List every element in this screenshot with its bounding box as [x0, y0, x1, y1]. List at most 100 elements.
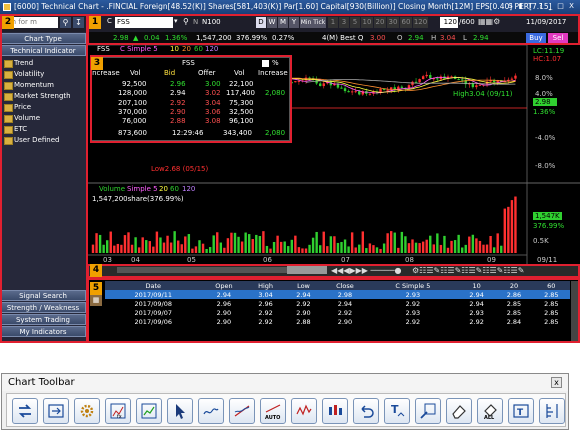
grid-export-icon[interactable]: ▦	[90, 294, 102, 306]
interval-30-button[interactable]: 30	[387, 17, 399, 28]
date-display[interactable]: 11/09/2017	[526, 18, 566, 26]
line-button[interactable]	[229, 398, 255, 424]
search-icon[interactable]: ⚲	[60, 17, 71, 28]
playback-controls[interactable]: ◀◀◀▶▶▶ ─────●	[331, 265, 402, 276]
col-ma60[interactable]: 60	[532, 281, 570, 290]
table-row[interactable]: 2017/09/11 2.94 3.04 2.94 2.98 2.93 2.94…	[105, 290, 570, 299]
indicator-fx-button[interactable]: fx	[105, 398, 131, 424]
x-tick-05: 05	[187, 256, 196, 264]
system-trading-button[interactable]: System Trading	[0, 314, 86, 325]
close-button[interactable]: X	[567, 2, 576, 11]
count-input[interactable]: 120	[440, 17, 458, 28]
period-day-button[interactable]: D	[256, 17, 266, 28]
interval-10-button[interactable]: 10	[361, 17, 373, 28]
header-vol-left: Vol	[130, 69, 141, 77]
help-button[interactable]: ?	[536, 2, 545, 11]
col-low[interactable]: Low	[284, 281, 323, 290]
undo-button[interactable]	[353, 398, 379, 424]
sell-button[interactable]: Sel	[548, 33, 568, 44]
cell-open: 2.94	[201, 290, 247, 299]
technical-indicator-button[interactable]: Technical Indicator	[0, 45, 86, 56]
interval-5-button[interactable]: 5	[350, 17, 360, 28]
axis-lc: LC:11.19	[533, 47, 565, 55]
col-ma20[interactable]: 20	[495, 281, 533, 290]
quote-row-2-bid: 2.94	[170, 89, 186, 97]
buy-button[interactable]: Buy	[526, 33, 546, 44]
legend-ma-60: 60	[194, 45, 203, 53]
interval-120-button[interactable]: 120	[413, 17, 428, 28]
interval-3-button[interactable]: 3	[339, 17, 349, 28]
eraser-button[interactable]	[446, 398, 472, 424]
axis-8pct: 8.0%	[535, 74, 553, 82]
grid-scrollbar[interactable]	[571, 281, 579, 341]
interval-60-button[interactable]: 60	[400, 17, 412, 28]
period-week-button[interactable]: W	[267, 17, 277, 28]
trend-line-button[interactable]	[198, 398, 224, 424]
cursor-button[interactable]	[167, 398, 193, 424]
col-date[interactable]: Date	[105, 281, 202, 290]
col-ma10[interactable]: 10	[457, 281, 496, 290]
interval-1-button[interactable]: 1	[328, 17, 338, 28]
download-icon[interactable]: ↧	[73, 17, 84, 28]
chart-type-button[interactable]: Chart Type	[0, 33, 86, 44]
table-row[interactable]: 2017/09/07 2.90 2.92 2.90 2.92 2.93 2.93…	[105, 308, 570, 317]
c-label: C	[107, 17, 112, 25]
chart-add-button[interactable]	[136, 398, 162, 424]
sidebar-item-volatility[interactable]: Volatility	[4, 69, 44, 79]
sidebar-item-user-defined[interactable]: User Defined	[4, 135, 59, 145]
ruler-button[interactable]	[539, 398, 565, 424]
percent-checkbox[interactable]	[262, 60, 269, 67]
text-box-button[interactable]: T	[508, 398, 534, 424]
period-year-button[interactable]: Y	[289, 17, 299, 28]
compare-button[interactable]	[43, 398, 69, 424]
sidebar-item-price[interactable]: Price	[4, 102, 31, 112]
col-high[interactable]: High	[246, 281, 285, 290]
min-tick-button[interactable]: Min Tick	[300, 17, 326, 28]
erase-all-button[interactable]: ALL	[477, 398, 503, 424]
sidebar-item-momentum[interactable]: Momentum	[4, 80, 54, 90]
scroll-thumb[interactable]	[287, 266, 327, 274]
table-row[interactable]: 2017/09/06 2.90 2.92 2.88 2.90 2.92 2.92…	[105, 317, 570, 326]
text-tool-button[interactable]: T	[384, 398, 410, 424]
chart-tool-icons[interactable]: ⚙☷☰✎☷☰✎☷☰✎☷☰✎☷☰✎	[412, 265, 524, 276]
col-close[interactable]: Close	[322, 281, 368, 290]
quote-row-5-bid: 2.88	[170, 117, 186, 125]
symbol-dropdown-icon[interactable]: ▾	[174, 17, 178, 25]
s-button[interactable]: S	[506, 2, 515, 11]
symbol-input[interactable]: FSS	[115, 17, 173, 28]
settings-button[interactable]	[74, 398, 100, 424]
period-month-button[interactable]: M	[278, 17, 288, 28]
table-row[interactable]: 2017/09/08 2.96 2.96 2.92 2.94 2.92 2.94…	[105, 299, 570, 308]
sidebar-item-trend[interactable]: Trend	[4, 58, 33, 68]
swap-button[interactable]	[12, 398, 38, 424]
cell-high: 2.96	[258, 299, 273, 308]
candle-button[interactable]	[322, 398, 348, 424]
search-symbol-icon[interactable]: ⚲	[183, 17, 189, 26]
low-label: L	[463, 34, 467, 42]
volume-pct: 376.99%	[236, 34, 268, 42]
interval-20-button[interactable]: 20	[374, 17, 386, 28]
panel-close-button[interactable]: x	[551, 377, 562, 388]
sidebar-item-etc[interactable]: ETC	[4, 124, 27, 134]
col-ma5[interactable]: C Simple 5	[367, 281, 458, 290]
chart-navigation-bar[interactable]: ◀◀◀▶▶▶ ─────● ⚙☷☰✎☷☰✎☷☰✎☷☰✎☷☰✎	[87, 265, 580, 276]
zoom-button[interactable]	[415, 398, 441, 424]
topmost-button[interactable]: T	[526, 2, 535, 11]
wave-button[interactable]	[291, 398, 317, 424]
auto-trend-button[interactable]: AUTO	[260, 398, 286, 424]
maximize-button[interactable]: □	[556, 2, 565, 11]
chart-icons[interactable]: ▦▦⚙	[478, 17, 500, 26]
signal-search-button[interactable]: Signal Search	[0, 290, 86, 301]
axis-current-pct: 1.36%	[533, 108, 556, 116]
strength-weakness-button[interactable]: Strength / Weakness	[0, 302, 86, 313]
volume-value-label: 1,547,200share(376.99%)	[92, 195, 184, 203]
quote-row-3-vol-right: 75,300	[229, 99, 254, 107]
pin-button[interactable]: ▮	[516, 2, 525, 11]
sidebar-item-market-strength[interactable]: Market Strength	[4, 91, 71, 101]
quote-row-3-offer: 3.04	[205, 99, 221, 107]
sidebar-item-volume[interactable]: Volume	[4, 113, 40, 123]
minimize-button[interactable]: _	[546, 2, 555, 11]
col-open[interactable]: Open	[201, 281, 247, 290]
my-indicators-button[interactable]: My Indicators	[0, 326, 86, 337]
eraser-icon	[452, 405, 466, 419]
